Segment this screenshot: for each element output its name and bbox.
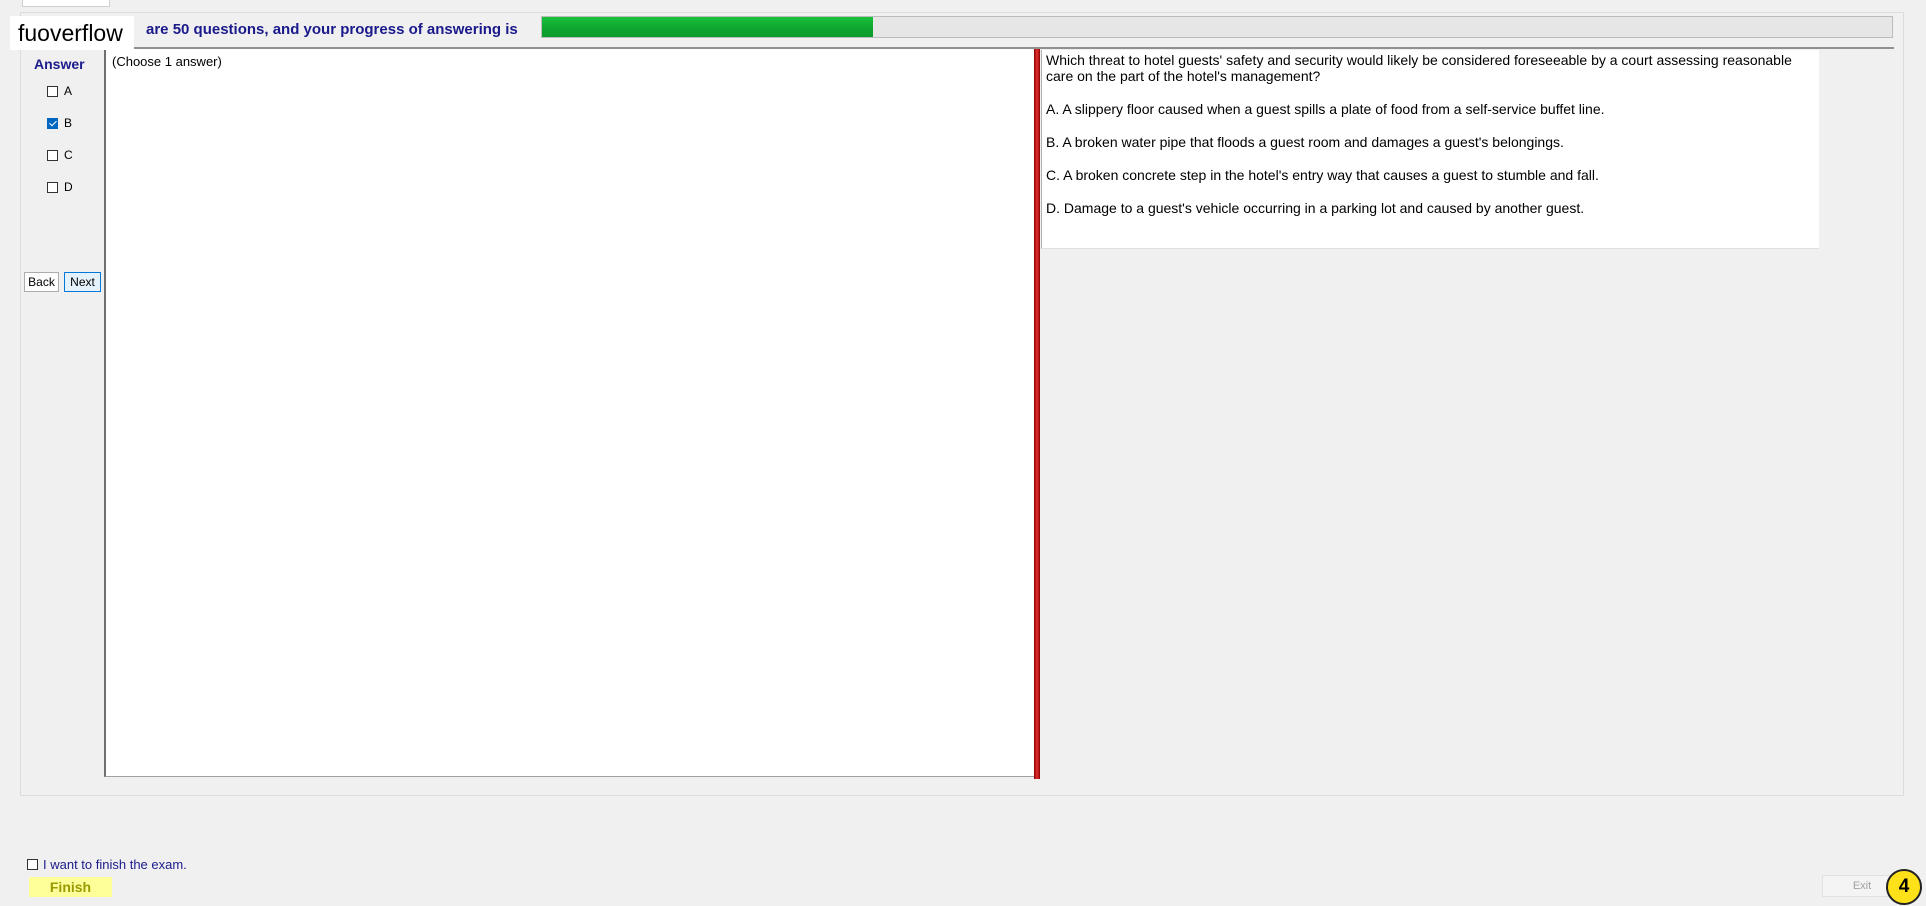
choice-d: D. Damage to a guest's vehicle occurring… [1046, 200, 1585, 216]
answer-checkbox-c[interactable] [47, 149, 58, 161]
answer-workspace: (Choose 1 answer) [104, 49, 1036, 777]
finish-checkbox-label: I want to finish the exam. [43, 857, 187, 872]
answer-option-label: B [64, 116, 73, 130]
question-text: Which threat to hotel guests' safety and… [1046, 52, 1792, 84]
window-tab [22, 0, 110, 7]
instruction-text: (Choose 1 answer) [112, 54, 222, 69]
answer-option-a[interactable]: A [47, 84, 72, 98]
progress-bar [541, 16, 1893, 38]
progress-label: are 50 questions, and your progress of a… [146, 21, 518, 38]
answer-option-label: C [64, 148, 73, 162]
finish-confirm[interactable]: I want to finish the exam. [27, 857, 187, 872]
finish-checkbox[interactable] [27, 859, 38, 870]
answer-option-b[interactable]: B [47, 116, 72, 130]
back-button[interactable]: Back [24, 272, 59, 292]
choice-a: A. A slippery floor caused when a guest … [1046, 101, 1605, 117]
answer-heading: Answer [34, 56, 85, 72]
pane-splitter[interactable] [1034, 49, 1040, 779]
question-pane: Which threat to hotel guests' safety and… [1041, 50, 1819, 249]
progress-bar-fill [542, 17, 873, 37]
answer-checkbox-d[interactable] [47, 181, 58, 193]
answer-checkbox-b[interactable] [47, 117, 58, 129]
answer-option-label: A [64, 84, 73, 98]
finish-button[interactable]: Finish [29, 877, 112, 897]
answer-option-label: D [64, 180, 73, 194]
next-button[interactable]: Next [64, 272, 101, 292]
answer-option-c[interactable]: C [47, 148, 73, 162]
answer-checkbox-a[interactable] [47, 85, 58, 97]
choice-c: C. A broken concrete step in the hotel's… [1046, 167, 1599, 183]
answer-option-d[interactable]: D [47, 180, 73, 194]
watermark: fuoverflow [10, 16, 134, 50]
choice-b: B. A broken water pipe that floods a gue… [1046, 134, 1564, 150]
step-badge: 4 [1886, 869, 1922, 905]
